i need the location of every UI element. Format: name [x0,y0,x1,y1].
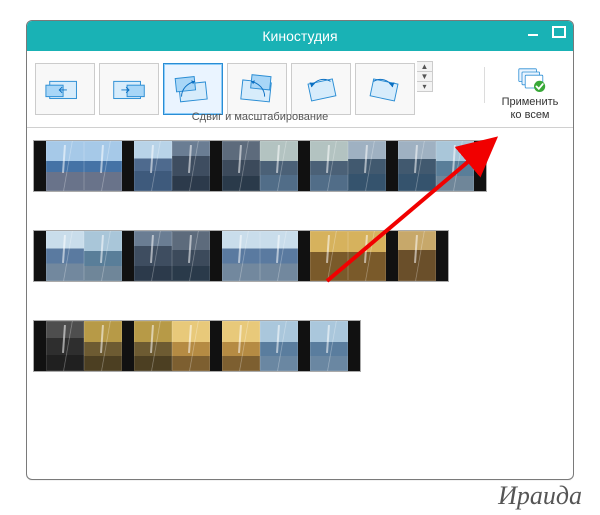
clip-group[interactable] [33,320,361,372]
pan-left-icon [44,71,86,107]
clip-thumbnail[interactable] [348,231,386,281]
clip-edge [474,141,486,191]
clip-thumbnail[interactable] [172,141,210,191]
effect-pan-right[interactable] [99,63,159,115]
clip-thumbnail[interactable] [260,231,298,281]
clip-thumbnail[interactable] [436,141,474,191]
clip-edge [122,141,134,191]
effect-zoom-in-tilt[interactable] [163,63,223,115]
clip-edge [34,231,46,281]
clip-thumbnail[interactable] [222,231,260,281]
zoom-out-rotate-icon [236,71,278,107]
gallery-scroll-down[interactable]: ▼ [417,72,432,82]
clip-edge [298,321,310,371]
apply-to-all-label: Применить ко всем [502,96,559,122]
timeline-row [33,138,567,194]
clip-group[interactable] [33,140,487,192]
clip-thumbnail[interactable] [134,321,172,371]
clip-edge [348,321,360,371]
effect-pan-left[interactable] [35,63,95,115]
timeline [27,128,573,418]
timeline-row [33,228,567,284]
window-title: Киностудия [262,28,337,44]
clip-thumbnail[interactable] [398,231,436,281]
clip-thumbnail[interactable] [134,231,172,281]
clip-group[interactable] [33,230,449,282]
clip-thumbnail[interactable] [46,321,84,371]
effect-rotate-right[interactable] [355,63,415,115]
clip-thumbnail[interactable] [398,141,436,191]
ribbon: ▲ ▼ ▾ Сдвиг и масштабирование Применить … [27,51,573,128]
clip-thumbnail[interactable] [172,231,210,281]
clip-edge [386,141,398,191]
app-window: Киностудия ▲ ▼ ▾ Сдвиг и масштабирование [26,20,574,480]
clip-thumbnail[interactable] [260,321,298,371]
effects-gallery [33,61,417,117]
watermark: Ираида [498,481,582,511]
minimize-button[interactable] [525,25,541,39]
apply-to-all-icon [514,66,546,94]
clip-thumbnail[interactable] [348,141,386,191]
clip-thumbnail[interactable] [84,321,122,371]
clip-thumbnail[interactable] [222,141,260,191]
titlebar: Киностудия [27,21,573,51]
clip-thumbnail[interactable] [134,141,172,191]
maximize-button[interactable] [551,25,567,39]
clip-edge [210,141,222,191]
clip-edge [210,231,222,281]
gallery-scroll: ▲ ▼ ▾ [417,61,433,92]
rotate-right-icon [364,71,406,107]
clip-thumbnail[interactable] [84,141,122,191]
window-controls [525,25,567,39]
clip-edge [386,231,398,281]
clip-edge [34,321,46,371]
clip-edge [122,321,134,371]
clip-thumbnail[interactable] [172,321,210,371]
clip-thumbnail[interactable] [84,231,122,281]
clip-edge [34,141,46,191]
rotate-left-icon [300,71,342,107]
clip-thumbnail[interactable] [310,321,348,371]
clip-edge [210,321,222,371]
timeline-row [33,318,567,374]
apply-to-all-button[interactable]: Применить ко всем [493,61,567,123]
clip-thumbnail[interactable] [310,141,348,191]
gallery-scroll-up[interactable]: ▲ [417,62,432,72]
clip-thumbnail[interactable] [260,141,298,191]
ribbon-group-label: Сдвиг и масштабирование [27,111,493,123]
effect-zoom-out-rotate[interactable] [227,63,287,115]
ribbon-separator [484,67,485,103]
clip-edge [436,231,448,281]
pan-right-icon [108,71,150,107]
clip-thumbnail[interactable] [222,321,260,371]
clip-thumbnail[interactable] [46,231,84,281]
clip-edge [122,231,134,281]
zoom-in-tilt-icon [172,71,214,107]
effect-rotate-left[interactable] [291,63,351,115]
clip-edge [298,141,310,191]
clip-edge [298,231,310,281]
clip-thumbnail[interactable] [310,231,348,281]
clip-thumbnail[interactable] [46,141,84,191]
gallery-expand[interactable]: ▾ [417,82,432,91]
